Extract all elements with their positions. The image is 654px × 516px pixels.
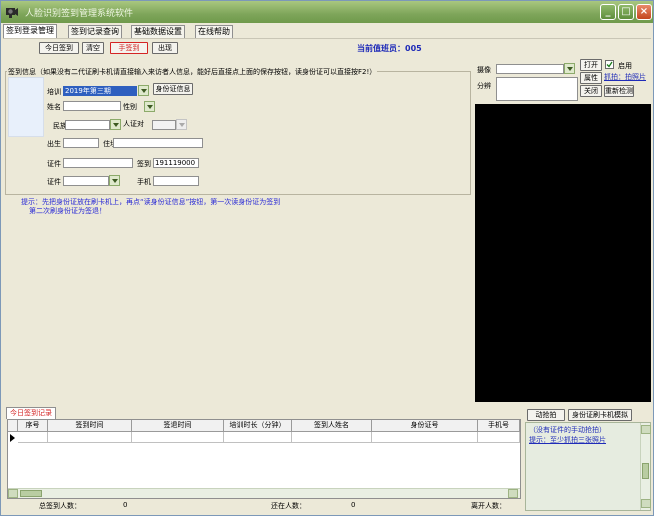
camera-label: 摄像 [477, 66, 491, 74]
phone-label: 手机 [137, 178, 151, 186]
signin-code-field[interactable]: 191119000 [153, 158, 199, 168]
col-header-index[interactable]: 序号 [18, 420, 48, 432]
table-cell[interactable] [292, 432, 372, 443]
scroll-right-icon[interactable] [508, 489, 518, 498]
doc-type-field[interactable] [63, 176, 109, 186]
close-button[interactable]: × [636, 4, 652, 20]
tab-signin-management[interactable]: 签到登录管理 [3, 24, 57, 38]
col-header-id-number[interactable]: 身份证号 [372, 420, 478, 432]
check-icon [606, 61, 613, 68]
close-camera-button[interactable]: 关闭 [580, 85, 602, 97]
row-header-corner [8, 420, 18, 432]
menu-tab-bar: 签到登录管理 签到记录查询 基础数据设置 在线帮助 [1, 23, 653, 38]
current-row-indicator-icon [10, 434, 15, 442]
id-photo-box [8, 77, 44, 137]
today-records-tab[interactable]: 今日签到记录 [6, 407, 56, 419]
present-label: 还在人数： [271, 502, 306, 510]
id-compare-field [152, 120, 176, 130]
col-header-signout-time[interactable]: 签退时间 [132, 420, 224, 432]
doc-type-dropdown-icon[interactable] [109, 175, 120, 186]
present-value: 0 [351, 501, 356, 509]
snap-hint-1: （没有证件的手动抢拍） [529, 426, 606, 434]
phone-field[interactable] [153, 176, 199, 186]
col-header-training-duration[interactable]: 培训时长（分钟） [224, 420, 292, 432]
training-select[interactable]: 2019年第三期 [63, 86, 137, 96]
app-window: 人脸识别签到管理系统软件 _ □ × 签到登录管理 签到记录查询 基础数据设置 … [0, 0, 654, 516]
training-dropdown-icon[interactable] [138, 85, 149, 96]
id-info-button[interactable]: 身份证信息 [153, 83, 193, 95]
manual-signin-button[interactable]: 手签到 [110, 42, 148, 54]
simulate-card-reader-button[interactable]: 身份证刷卡机模拟 [568, 409, 632, 421]
camera-dropdown-icon[interactable] [564, 63, 575, 74]
col-header-name[interactable]: 签到人姓名 [292, 420, 372, 432]
ethnicity-dropdown-icon[interactable] [110, 119, 121, 130]
maximize-button[interactable]: □ [618, 4, 634, 20]
scroll-down-icon[interactable] [641, 499, 651, 508]
duty-officer-label: 当前值班员：005 [357, 44, 422, 53]
total-signin-value: 0 [123, 501, 128, 509]
tab-online-help[interactable]: 在线帮助 [195, 25, 233, 38]
id-compare-label: 人证对 [123, 120, 144, 128]
property-button[interactable]: 属性 [580, 72, 602, 84]
id-number-label: 证件 [47, 160, 61, 168]
camera-select[interactable] [496, 64, 564, 74]
exit-button[interactable]: 出现 [152, 42, 178, 54]
clear-button[interactable]: 清空 [82, 42, 104, 54]
doc-type-label: 证件 [47, 178, 61, 186]
status-bar: 总签到人数： 0 还在人数： 0 离开人数： [7, 501, 521, 511]
ethnicity-field[interactable] [65, 120, 110, 130]
col-header-phone[interactable]: 手机号 [478, 420, 520, 432]
title-bar[interactable]: 人脸识别签到管理系统软件 _ □ × [1, 1, 653, 23]
col-header-signin-time[interactable]: 签到时间 [48, 420, 132, 432]
snap-hint-2: 提示：至少抓拍三张照片 [529, 436, 606, 444]
enable-label: 启用 [618, 62, 632, 70]
scroll-up-icon[interactable] [641, 425, 651, 434]
gender-dropdown-icon[interactable] [144, 101, 155, 112]
address-field[interactable] [113, 138, 203, 148]
signin-code-label: 签到 [137, 160, 151, 168]
resolution-list[interactable] [496, 77, 578, 101]
scroll-left-icon[interactable] [8, 489, 18, 498]
vertical-scrollbar[interactable] [640, 423, 651, 510]
open-camera-button[interactable]: 打开 [580, 59, 602, 71]
name-field[interactable] [63, 101, 121, 111]
tab-signin-records[interactable]: 签到记录查询 [68, 25, 122, 38]
table-cell[interactable] [132, 432, 224, 443]
id-compare-dropdown-icon [176, 119, 187, 130]
table-cell[interactable] [372, 432, 478, 443]
table-cell[interactable] [18, 432, 48, 443]
signin-tip: 提示：先把身份证放在刷卡机上，再点“读身份证信息”按钮，第一次读身份证为签到 第… [21, 198, 280, 216]
enable-checkbox[interactable] [605, 60, 614, 69]
app-camera-icon [6, 8, 18, 18]
minimize-button[interactable]: _ [600, 4, 616, 20]
left-label: 离开人数： [471, 502, 506, 510]
id-number-field[interactable] [63, 158, 133, 168]
records-table[interactable]: 序号 签到时间 签退时间 培训时长（分钟） 签到人姓名 身份证号 手机号 [7, 419, 521, 499]
refresh-camera-button[interactable]: 重新检测 [604, 85, 634, 97]
signin-tip-line1: 提示：先把身份证放在刷卡机上，再点“读身份证信息”按钮，第一次读身份证为签到 [21, 198, 281, 206]
name-label: 姓名 [47, 103, 61, 111]
window-title: 人脸识别签到管理系统软件 [25, 9, 134, 19]
resolution-label: 分辨 [477, 82, 491, 90]
birth-field[interactable] [63, 138, 99, 148]
snap-panel: （没有证件的手动抢拍） 提示：至少抓拍三张照片 [525, 422, 651, 511]
table-cell[interactable] [478, 432, 520, 443]
signin-tip-line2: 第二次刷身份证为签退！ [29, 207, 106, 215]
snap-photo-link[interactable]: 抓拍：拍照片 [604, 72, 650, 82]
scroll-thumb[interactable] [20, 490, 42, 497]
birth-label: 出生 [47, 140, 61, 148]
training-label: 培训 [47, 88, 61, 96]
table-cell[interactable] [224, 432, 292, 443]
gender-label: 性别 [123, 103, 137, 111]
scroll-thumb[interactable] [642, 463, 649, 479]
signin-group-legend: 签到信息（如果没有二代证刷卡机请直接输入来访者人信息，能好后直接点上面的保存按钮… [7, 67, 378, 77]
manual-snap-button[interactable]: 动抢拍 [527, 409, 565, 421]
today-signin-button[interactable]: 今日签到 [39, 42, 79, 54]
camera-preview [475, 104, 651, 402]
table-cell[interactable] [48, 432, 132, 443]
horizontal-scrollbar[interactable] [8, 488, 520, 498]
tab-basic-settings[interactable]: 基础数据设置 [131, 25, 185, 38]
total-signin-label: 总签到人数： [39, 502, 81, 510]
